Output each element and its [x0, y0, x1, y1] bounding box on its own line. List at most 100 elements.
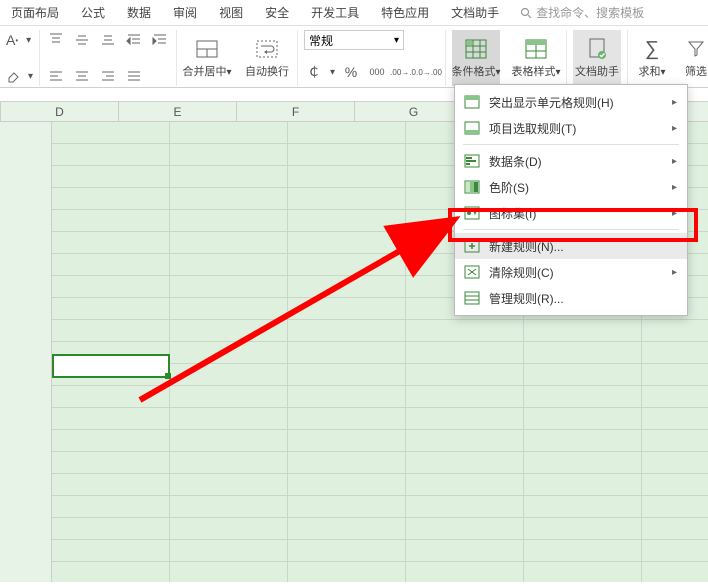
align-top-button[interactable] [46, 30, 66, 50]
menu-separator [463, 229, 679, 230]
justify-button[interactable] [124, 66, 144, 86]
tab-view[interactable]: 视图 [208, 0, 254, 26]
menu-item-label: 数据条(D) [489, 153, 672, 170]
filter-label: 筛选 [685, 63, 707, 79]
menu-item-label: 项目选取规则(T) [489, 120, 672, 137]
conditional-format-button[interactable]: 条件格式▾ [452, 30, 500, 86]
cond-format-group: 条件格式▾ [446, 30, 506, 86]
menu-data-bars[interactable]: 数据条(D) ▸ [455, 148, 687, 174]
table-style-button[interactable]: 表格样式▾ [512, 30, 560, 86]
clipboard-group: A• ▾ ▾ [0, 30, 40, 86]
cond-format-label: 条件格式▾ [452, 63, 501, 79]
color-scales-icon [463, 178, 481, 196]
menu-manage-rules[interactable]: 管理规则(R)... [455, 285, 687, 311]
sum-group: ∑ 求和▾ [628, 30, 676, 86]
col-header[interactable]: E [119, 102, 237, 121]
col-header[interactable]: D [1, 102, 119, 121]
table-style-icon [524, 37, 548, 61]
number-group: 常规 ▾ ￠ ▾ % 000 .00→.0 .0→.00 [298, 30, 446, 86]
command-search[interactable]: 查找命令、搜索模板 [520, 4, 644, 21]
manage-rules-icon [463, 289, 481, 307]
text-format-dropdown[interactable]: ▾ [24, 30, 33, 50]
tab-page-layout[interactable]: 页面布局 [0, 0, 70, 26]
submenu-arrow-icon: ▸ [672, 97, 677, 108]
align-bottom-button[interactable] [98, 30, 118, 50]
col-header[interactable]: F [237, 102, 355, 121]
submenu-arrow-icon: ▸ [672, 123, 677, 134]
table-style-label: 表格样式▾ [512, 63, 561, 79]
align-middle-button[interactable] [72, 30, 92, 50]
menu-item-label: 突出显示单元格规则(H) [489, 94, 672, 111]
search-placeholder: 查找命令、搜索模板 [536, 4, 644, 21]
thousands-button[interactable]: 000 [367, 62, 387, 82]
wrap-group: 自动换行 [237, 30, 298, 86]
menu-item-label: 新建规则(N)... [489, 238, 677, 255]
ribbon: A• ▾ ▾ 合并居中▾ [0, 26, 708, 88]
indent-decrease-button[interactable] [124, 30, 144, 50]
tab-featured[interactable]: 特色应用 [370, 0, 440, 26]
font-size-button[interactable]: A• [6, 30, 18, 50]
menu-clear-rules[interactable]: 清除规则(C) ▸ [455, 259, 687, 285]
sum-button[interactable]: ∑ 求和▾ [634, 30, 670, 86]
menu-item-label: 清除规则(C) [489, 264, 672, 281]
cond-format-icon [464, 37, 488, 61]
align-right-button[interactable] [98, 66, 118, 86]
align-center-button[interactable] [72, 66, 92, 86]
row-headers[interactable] [0, 122, 52, 582]
filter-button[interactable]: 筛选 [682, 30, 708, 86]
menu-item-label: 图标集(I) [489, 205, 672, 222]
eraser-button[interactable] [6, 66, 22, 86]
align-left-button[interactable] [46, 66, 66, 86]
filter-group: 筛选 [676, 30, 708, 86]
fill-handle[interactable] [165, 373, 171, 379]
currency-dropdown[interactable]: ▾ [330, 67, 335, 78]
wrap-label: 自动换行 [245, 63, 289, 79]
highlight-rules-icon [463, 93, 481, 111]
merge-center-button[interactable]: 合并居中▾ [183, 30, 231, 86]
sigma-icon: ∑ [640, 37, 664, 61]
tab-dev-tools[interactable]: 开发工具 [300, 0, 370, 26]
menu-bar: 页面布局 公式 数据 审阅 视图 安全 开发工具 特色应用 文档助手 查找命令、… [0, 0, 708, 26]
tab-doc-helper[interactable]: 文档助手 [440, 0, 510, 26]
clear-rules-icon [463, 263, 481, 281]
wrap-icon [255, 37, 279, 61]
tab-review[interactable]: 审阅 [162, 0, 208, 26]
doc-helper-button[interactable]: 文档助手 [573, 30, 621, 86]
percent-button[interactable]: % [341, 62, 361, 82]
currency-button[interactable]: ￠ [304, 62, 324, 82]
menu-highlight-rules[interactable]: 突出显示单元格规则(H) ▸ [455, 89, 687, 115]
wrap-text-button[interactable]: 自动换行 [243, 30, 291, 86]
menu-color-scales[interactable]: 色阶(S) ▸ [455, 174, 687, 200]
merge-label: 合并居中▾ [182, 63, 231, 79]
active-cell[interactable] [52, 354, 170, 378]
submenu-arrow-icon: ▸ [672, 208, 677, 219]
number-format-value: 常规 [309, 32, 333, 49]
top-bottom-icon [463, 119, 481, 137]
decimal-increase-button[interactable]: .00→.0 [393, 62, 413, 82]
tab-data[interactable]: 数据 [116, 0, 162, 26]
menu-separator [463, 144, 679, 145]
search-icon [520, 7, 532, 19]
chevron-down-icon: ▾ [394, 35, 399, 46]
tab-formula[interactable]: 公式 [70, 0, 116, 26]
menu-top-bottom-rules[interactable]: 项目选取规则(T) ▸ [455, 115, 687, 141]
menu-item-label: 色阶(S) [489, 179, 672, 196]
doc-helper-icon [585, 37, 609, 61]
submenu-arrow-icon: ▸ [672, 156, 677, 167]
menu-new-rule[interactable]: 新建规则(N)... [455, 233, 687, 259]
align-group [40, 30, 177, 86]
number-format-select[interactable]: 常规 ▾ [304, 30, 404, 50]
submenu-arrow-icon: ▸ [672, 182, 677, 193]
menu-icon-sets[interactable]: 图标集(I) ▸ [455, 200, 687, 226]
submenu-arrow-icon: ▸ [672, 267, 677, 278]
conditional-format-menu: 突出显示单元格规则(H) ▸ 项目选取规则(T) ▸ 数据条(D) ▸ 色阶(S… [454, 84, 688, 316]
icon-sets-icon [463, 204, 481, 222]
merge-icon [195, 37, 219, 61]
decimal-decrease-button[interactable]: .0→.00 [419, 62, 439, 82]
eraser-dropdown[interactable]: ▾ [28, 66, 33, 86]
indent-increase-button[interactable] [150, 30, 170, 50]
doc-helper-label: 文档助手 [575, 63, 619, 79]
sum-label: 求和▾ [639, 63, 666, 79]
funnel-icon [684, 37, 708, 61]
tab-security[interactable]: 安全 [254, 0, 300, 26]
